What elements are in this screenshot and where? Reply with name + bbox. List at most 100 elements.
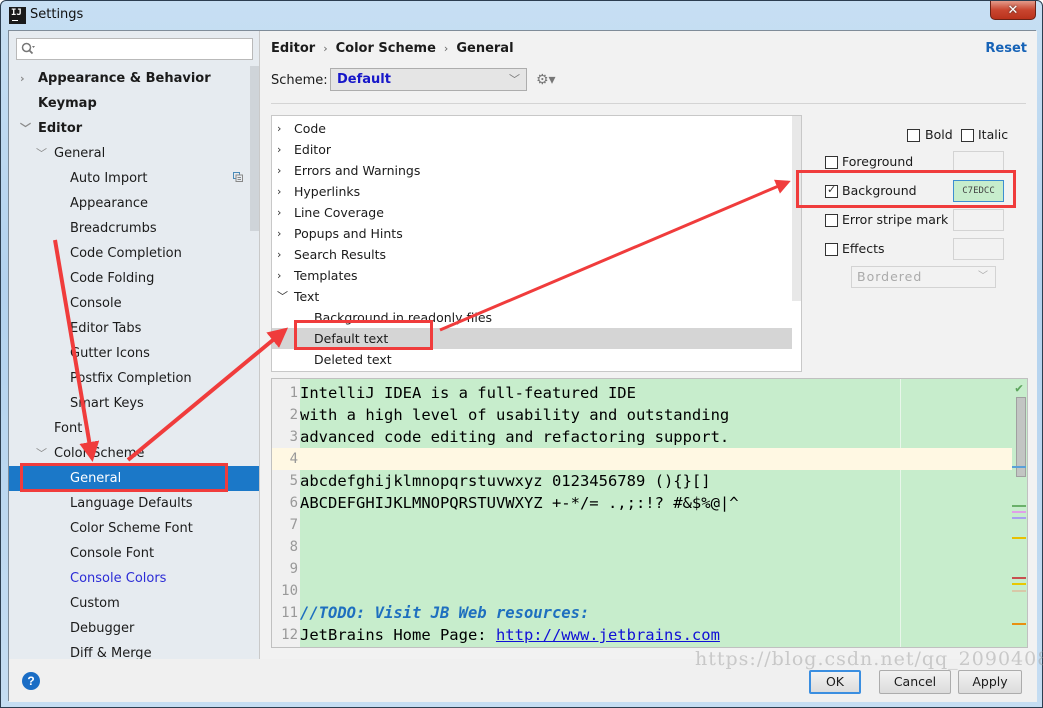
line-number: 9 [289, 561, 298, 577]
line-number: 10 [281, 583, 298, 599]
sidebar-item-label: Custom [70, 596, 120, 611]
ok-button[interactable]: OK [809, 670, 861, 694]
project-settings-icon [233, 172, 243, 182]
category-item[interactable]: › Line Coverage [272, 202, 792, 223]
chevron-right-icon[interactable]: › [277, 181, 281, 202]
chevron-right-icon[interactable]: › [277, 202, 281, 223]
sidebar-item[interactable]: Color Scheme Font [70, 516, 193, 541]
effects-checkbox[interactable] [825, 243, 838, 256]
cancel-button[interactable]: Cancel [879, 670, 951, 694]
apply-button[interactable]: Apply [958, 670, 1022, 694]
chevron-right-icon[interactable]: › [277, 244, 281, 265]
breadcrumb-item: Color Scheme [335, 41, 436, 56]
chevron-down-icon[interactable]: ﹀ [36, 141, 48, 166]
sidebar-item[interactable]: Console [70, 291, 122, 316]
sidebar-item-label: General [54, 146, 106, 161]
code-line: 2 with a high level of usability and outs… [272, 404, 1012, 426]
error-stripe-color-swatch[interactable] [953, 209, 1004, 231]
sidebar-item[interactable]: ﹀ General [36, 141, 106, 166]
effects-color-swatch[interactable] [953, 238, 1004, 260]
sidebar-item-label: Breadcrumbs [70, 221, 157, 236]
error-stripe-marker[interactable] [1012, 505, 1026, 507]
scheme-dropdown[interactable]: Default ﹀ [330, 68, 527, 91]
chevron-right-icon[interactable]: › [277, 160, 281, 181]
sidebar-item[interactable]: ﹀ Editor [20, 116, 82, 141]
error-stripe-checkbox[interactable] [825, 214, 838, 227]
error-stripe-marker[interactable] [1012, 511, 1026, 513]
category-item[interactable]: Deleted text [272, 349, 792, 370]
scheme-value: Default [337, 72, 391, 87]
sidebar-item[interactable]: Gutter Icons [70, 341, 150, 366]
sidebar-item[interactable]: Auto Import [70, 166, 147, 191]
sidebar-item[interactable]: Custom [70, 591, 120, 616]
category-label: Popups and Hints [294, 226, 403, 241]
sidebar-item[interactable]: Debugger [70, 616, 134, 641]
line-number: 2 [289, 407, 298, 423]
sidebar-item[interactable]: Breadcrumbs [70, 216, 157, 241]
category-scrollbar[interactable] [792, 116, 801, 301]
chevron-right-icon[interactable]: › [277, 223, 281, 244]
chevron-down-icon[interactable]: ﹀ [277, 286, 288, 307]
sidebar-item[interactable]: › Appearance & Behavior [20, 66, 211, 91]
bold-checkbox[interactable] [907, 129, 920, 142]
line-number: 8 [289, 539, 298, 555]
code-line: 11//TODO: Visit JB Web resources: [272, 602, 1012, 624]
sidebar-item[interactable]: Keymap [38, 91, 97, 116]
code-line: 5 abcdefghijklmnopqrstuvwxyz 0123456789 (… [272, 470, 1012, 492]
help-icon[interactable]: ? [22, 672, 40, 690]
sidebar-item[interactable]: Code Folding [70, 266, 154, 291]
chevron-right-icon[interactable]: › [277, 139, 281, 160]
error-stripe-marker[interactable] [1012, 517, 1026, 519]
foreground-checkbox[interactable] [825, 156, 838, 169]
category-item[interactable]: › Hyperlinks [272, 181, 792, 202]
annotation-box-general [20, 463, 228, 492]
chevron-right-icon[interactable]: › [277, 118, 281, 139]
color-preview-editor[interactable]: ✔ 1 IntelliJ IDEA is a full-featured IDE 2… [271, 378, 1028, 648]
foreground-label: Foreground [842, 154, 914, 169]
gear-icon[interactable]: ⚙▾ [536, 72, 556, 88]
chevron-down-icon[interactable]: ﹀ [20, 116, 32, 141]
effects-type-dropdown[interactable]: Bordered ﹀ [851, 266, 996, 288]
chevron-right-icon[interactable]: › [20, 66, 32, 91]
sidebar-item[interactable]: Console Colors [70, 566, 166, 591]
code-line: 1 IntelliJ IDEA is a full-featured IDE [272, 382, 1012, 404]
category-item[interactable]: › Templates [272, 265, 792, 286]
category-item[interactable]: › Code [272, 118, 792, 139]
settings-search-input[interactable] [16, 38, 253, 60]
dialog-footer: ? OK Cancel Apply [9, 659, 1037, 702]
sidebar-item[interactable]: Font [54, 416, 82, 441]
sidebar-item-label: Console Colors [70, 571, 167, 586]
intellij-app-icon: IJ [9, 7, 26, 24]
sidebar-item[interactable]: Smart Keys [70, 391, 144, 416]
error-stripe-marker[interactable] [1012, 537, 1026, 539]
error-stripe-marker[interactable] [1012, 466, 1026, 468]
code-line: 12 JetBrains Home Page: http://www.jetbra… [272, 624, 1012, 646]
sidebar-item-label: Gutter Icons [70, 346, 150, 361]
category-item[interactable]: › Search Results [272, 244, 792, 265]
sidebar-item[interactable]: Code Completion [70, 241, 182, 266]
sidebar-item[interactable]: Postfix Completion [70, 366, 192, 391]
sidebar-item[interactable]: Editor Tabs [70, 316, 141, 341]
sidebar-item[interactable]: Language Defaults [70, 491, 193, 516]
category-item[interactable]: › Errors and Warnings [272, 160, 792, 181]
close-button[interactable]: ✕ [990, 1, 1036, 20]
preview-scrollbar-thumb[interactable] [1016, 397, 1026, 477]
sidebar-item[interactable]: Appearance [70, 191, 148, 216]
category-item[interactable]: › Editor [272, 139, 792, 160]
code-text: ABCDEFGHIJKLMNOPQRSTUVWXYZ +-*/= .,;:!? … [300, 494, 739, 512]
chevron-right-icon[interactable]: › [277, 265, 281, 286]
italic-label: Italic [978, 127, 1009, 142]
error-stripe-marker[interactable] [1012, 590, 1026, 592]
error-stripe-marker[interactable] [1012, 623, 1026, 625]
error-stripe-marker[interactable] [1012, 577, 1026, 579]
error-stripe-marker[interactable] [1012, 583, 1026, 585]
search-icon [21, 42, 35, 55]
reset-link[interactable]: Reset [985, 41, 1027, 56]
sidebar-scrollbar[interactable] [250, 66, 259, 231]
error-stripe-label: Error stripe mark [842, 212, 949, 227]
hyperlink[interactable]: http://www.jetbrains.com [496, 626, 720, 644]
sidebar-item[interactable]: Console Font [70, 541, 154, 566]
category-item[interactable]: ﹀ Text [272, 286, 792, 307]
category-item[interactable]: › Popups and Hints [272, 223, 792, 244]
italic-checkbox[interactable] [961, 129, 974, 142]
